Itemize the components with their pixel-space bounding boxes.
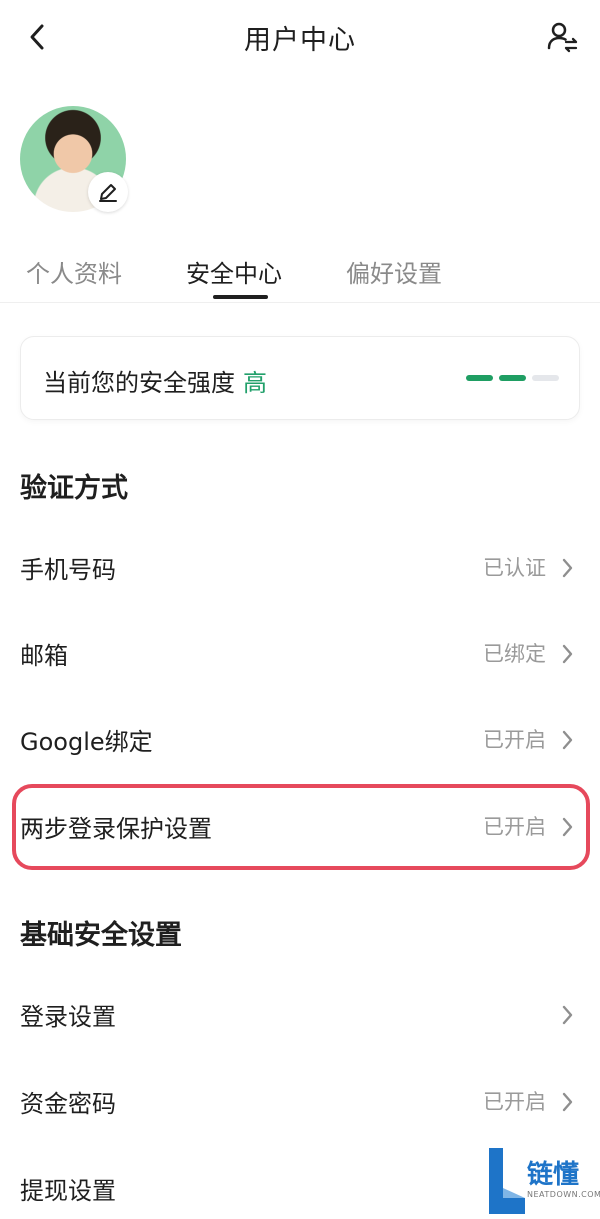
watermark-logo: 链懂 NEATDOWN.COM	[487, 1148, 600, 1214]
switch-account-button[interactable]	[546, 20, 578, 54]
user-switch-icon	[547, 22, 578, 53]
security-strength-card: 当前您的安全强度高	[20, 336, 580, 420]
security-strength-meter	[466, 375, 559, 381]
row-email[interactable]: 邮箱 已绑定	[0, 624, 600, 684]
basic-security-section-title: 基础安全设置	[20, 920, 182, 951]
tab-preferences[interactable]: 偏好设置	[346, 254, 442, 289]
row-label: 手机号码	[20, 556, 116, 584]
pencil-icon	[99, 184, 117, 202]
row-label: 提现设置	[20, 1177, 116, 1205]
tab-profile[interactable]: 个人资料	[26, 254, 122, 289]
row-status: 已认证	[483, 556, 546, 580]
row-status: 已开启	[483, 728, 546, 752]
row-phone-number[interactable]: 手机号码 已认证	[0, 538, 600, 598]
verification-section-title: 验证方式	[20, 473, 128, 504]
security-strength-label: 当前您的安全强度	[43, 369, 235, 397]
row-label: 资金密码	[20, 1090, 116, 1118]
strength-bar	[499, 375, 526, 381]
strength-bar	[532, 375, 559, 381]
row-fund-password[interactable]: 资金密码 已开启	[0, 1072, 600, 1132]
highlight-annotation-box	[12, 784, 590, 870]
security-strength-text: 当前您的安全强度高	[43, 363, 267, 398]
chevron-right-icon	[562, 1005, 573, 1025]
row-status: 已开启	[483, 1090, 546, 1114]
strength-bar	[466, 375, 493, 381]
row-label: Google绑定	[20, 728, 153, 756]
tab-bar: 个人资料 安全中心 偏好设置	[0, 250, 600, 303]
row-label: 邮箱	[20, 642, 68, 670]
row-google-binding[interactable]: Google绑定 已开启	[0, 710, 600, 770]
watermark-site: NEATDOWN.COM	[527, 1190, 600, 1199]
row-label: 登录设置	[20, 1003, 116, 1031]
chevron-right-icon	[562, 558, 573, 578]
top-navigation-bar: 用户中心	[0, 0, 600, 78]
chevron-right-icon	[562, 730, 573, 750]
row-status: 已绑定	[483, 642, 546, 666]
tab-security-center[interactable]: 安全中心	[186, 254, 282, 289]
page-title: 用户中心	[244, 25, 356, 56]
watermark-brand: 链懂	[527, 1160, 580, 1190]
security-strength-level: 高	[243, 369, 267, 397]
active-tab-indicator	[213, 295, 268, 299]
brand-l-logo-icon	[489, 1148, 525, 1214]
chevron-right-icon	[562, 1092, 573, 1112]
row-login-settings[interactable]: 登录设置	[0, 985, 600, 1045]
chevron-right-icon	[562, 644, 573, 664]
edit-avatar-button[interactable]	[88, 172, 128, 212]
